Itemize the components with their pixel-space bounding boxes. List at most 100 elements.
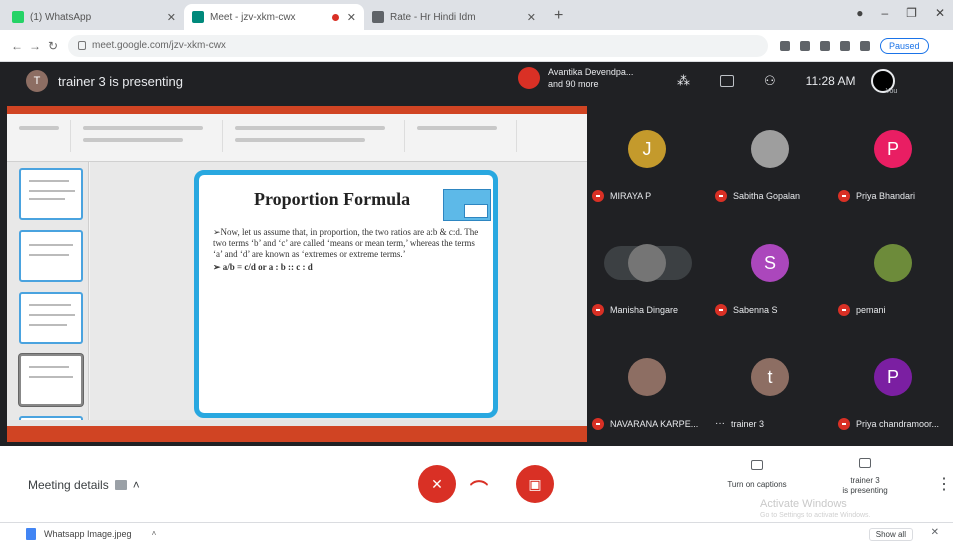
download-file-name[interactable]: Whatsapp Image.jpeg xyxy=(44,529,132,539)
participant-name-row: Sabitha Gopalan xyxy=(715,190,800,202)
others-line2: and 90 more xyxy=(548,79,599,89)
presenting-line1: trainer 3 xyxy=(850,476,880,485)
thumbnail-line xyxy=(29,254,69,256)
tab-other[interactable]: Rate - Hr Hindi Idm ✕ xyxy=(364,4,544,30)
mic-off-icon xyxy=(838,418,850,430)
participant-name-row: Priya chandramoor... xyxy=(838,418,939,430)
tab-title: Rate - Hr Hindi Idm xyxy=(390,11,476,23)
people-icon[interactable]: ⚇ xyxy=(764,73,776,89)
extension-icon[interactable] xyxy=(840,40,850,51)
leave-call-button[interactable]: ⌒ xyxy=(470,476,488,502)
clock-time: 11:28 AM xyxy=(805,74,856,88)
participant-avatar: t xyxy=(751,358,789,396)
participant-name-row: Sabenna S xyxy=(715,304,778,316)
close-tab-icon[interactable]: ✕ xyxy=(527,11,536,24)
thumbnail-line xyxy=(29,180,69,182)
close-tab-icon[interactable]: ✕ xyxy=(167,11,176,24)
close-tab-icon[interactable]: ✕ xyxy=(347,11,356,24)
meeting-details-label: Meeting details xyxy=(28,478,109,492)
participant-avatar: P xyxy=(874,358,912,396)
extension-icon[interactable] xyxy=(820,40,830,51)
participant-tile[interactable]: NAVARANA KARPE... xyxy=(588,330,708,442)
slide-canvas: Proportion Formula ➢Now, let us assume t… xyxy=(90,162,587,426)
recording-dot-icon xyxy=(331,13,339,21)
participant-tile[interactable]: J MIRAYA P xyxy=(588,102,708,214)
ribbon xyxy=(7,114,587,162)
participant-avatar: P xyxy=(874,130,912,168)
presenter-avatar: T xyxy=(26,70,48,92)
thumbnail-line xyxy=(29,314,75,316)
close-icon[interactable]: ✕ xyxy=(931,527,939,538)
presenting-line2: is presenting xyxy=(842,486,888,495)
forward-icon[interactable]: → xyxy=(26,39,44,53)
slide-thumbnail-selected[interactable] xyxy=(19,354,83,406)
chat-icon[interactable] xyxy=(720,75,734,87)
slide-thumbnail[interactable] xyxy=(19,292,83,344)
participant-tile[interactable]: Sabitha Gopalan xyxy=(711,102,831,214)
show-all-button[interactable]: Show all xyxy=(868,528,913,541)
participant-name: NAVARANA KARPE... xyxy=(610,419,699,429)
slide-thumbnail[interactable] xyxy=(19,230,83,282)
camera-toggle-button[interactable]: ▣ xyxy=(516,465,554,503)
present-now-button[interactable]: trainer 3 is presenting xyxy=(835,458,895,496)
participant-name: Sabenna S xyxy=(733,305,778,315)
others-indicator[interactable]: Avantika Devendpa... and 90 more xyxy=(518,66,658,90)
presentation-area: Proportion Formula ➢Now, let us assume t… xyxy=(0,100,588,446)
meeting-control-bar: Meeting details ˄ ✕ ⌒ ▣ Turn on captions… xyxy=(0,446,953,522)
tab-whatsapp[interactable]: (1) WhatsApp ✕ xyxy=(4,4,184,30)
file-icon xyxy=(26,527,36,540)
puzzle-icon[interactable] xyxy=(860,40,870,51)
more-options-icon[interactable]: ⋮ xyxy=(936,474,952,494)
back-icon[interactable]: ← xyxy=(8,39,26,53)
participant-avatar xyxy=(628,358,666,396)
slide-thumbnail[interactable] xyxy=(19,168,83,220)
ribbon-group xyxy=(11,120,71,152)
thumbnail-line xyxy=(29,244,73,246)
reload-icon[interactable]: ↻ xyxy=(44,39,62,53)
tab-meet[interactable]: Meet - jzv-xkm-cwx ✕ xyxy=(184,4,364,30)
participant-tile[interactable]: P Priya Bhandari xyxy=(834,102,953,214)
participant-tile[interactable]: pemani xyxy=(834,216,953,328)
mic-off-icon xyxy=(592,418,604,430)
layout-icon[interactable]: ⁂ xyxy=(677,73,690,89)
captions-button[interactable]: Turn on captions xyxy=(717,460,797,489)
chevron-up-icon[interactable]: ˄ xyxy=(152,529,157,538)
participant-tile[interactable]: t ··· trainer 3 xyxy=(711,330,831,442)
paused-button[interactable]: Paused xyxy=(880,37,929,54)
slide-paragraph: ➢Now, let us assume that, in proportion,… xyxy=(213,227,479,259)
present-icon xyxy=(859,458,871,468)
meet-favicon-icon xyxy=(192,11,204,23)
participant-tile[interactable]: P Priya chandramoor... xyxy=(834,330,953,442)
meeting-details-button[interactable]: Meeting details ˄ xyxy=(28,478,140,492)
close-window-button[interactable]: ✕ xyxy=(935,6,945,20)
ribbon-control xyxy=(83,126,203,130)
mic-off-icon xyxy=(592,190,604,202)
participant-avatar xyxy=(874,244,912,282)
meet-top-bar: T trainer 3 is presenting Avantika Deven… xyxy=(0,62,953,100)
ribbon-control xyxy=(235,126,385,130)
current-slide: Proportion Formula ➢Now, let us assume t… xyxy=(194,170,498,418)
url-field[interactable]: meet.google.com/jzv-xkm-cwx xyxy=(68,34,768,57)
profile-icon[interactable]: ● xyxy=(856,6,863,20)
mic-toggle-button[interactable]: ✕ xyxy=(418,465,456,503)
maximize-button[interactable]: ❐ xyxy=(906,6,917,20)
mic-off-icon xyxy=(715,190,727,202)
participant-name: Sabitha Gopalan xyxy=(733,191,801,201)
captions-icon xyxy=(751,460,763,470)
participant-avatar xyxy=(628,244,666,282)
participant-name: MIRAYA P xyxy=(610,191,652,201)
participant-name: Priya Bhandari xyxy=(856,191,916,201)
participant-tile[interactable]: S Sabenna S xyxy=(711,216,831,328)
url-text: meet.google.com/jzv-xkm-cwx xyxy=(92,40,226,51)
minimize-button[interactable]: – xyxy=(881,6,888,20)
star-icon[interactable] xyxy=(800,40,810,51)
browser-tab-strip: (1) WhatsApp ✕ Meet - jzv-xkm-cwx ✕ Rate… xyxy=(0,0,953,30)
camera-icon[interactable] xyxy=(780,40,790,51)
new-tab-button[interactable]: + xyxy=(554,7,563,25)
you-label: You xyxy=(885,87,898,95)
participant-tile[interactable]: Manisha Dingare xyxy=(588,216,708,328)
presenting-banner: trainer 3 is presenting xyxy=(58,73,184,89)
extensions-area xyxy=(780,40,870,51)
ribbon-group xyxy=(73,120,223,152)
participant-avatar xyxy=(751,130,789,168)
